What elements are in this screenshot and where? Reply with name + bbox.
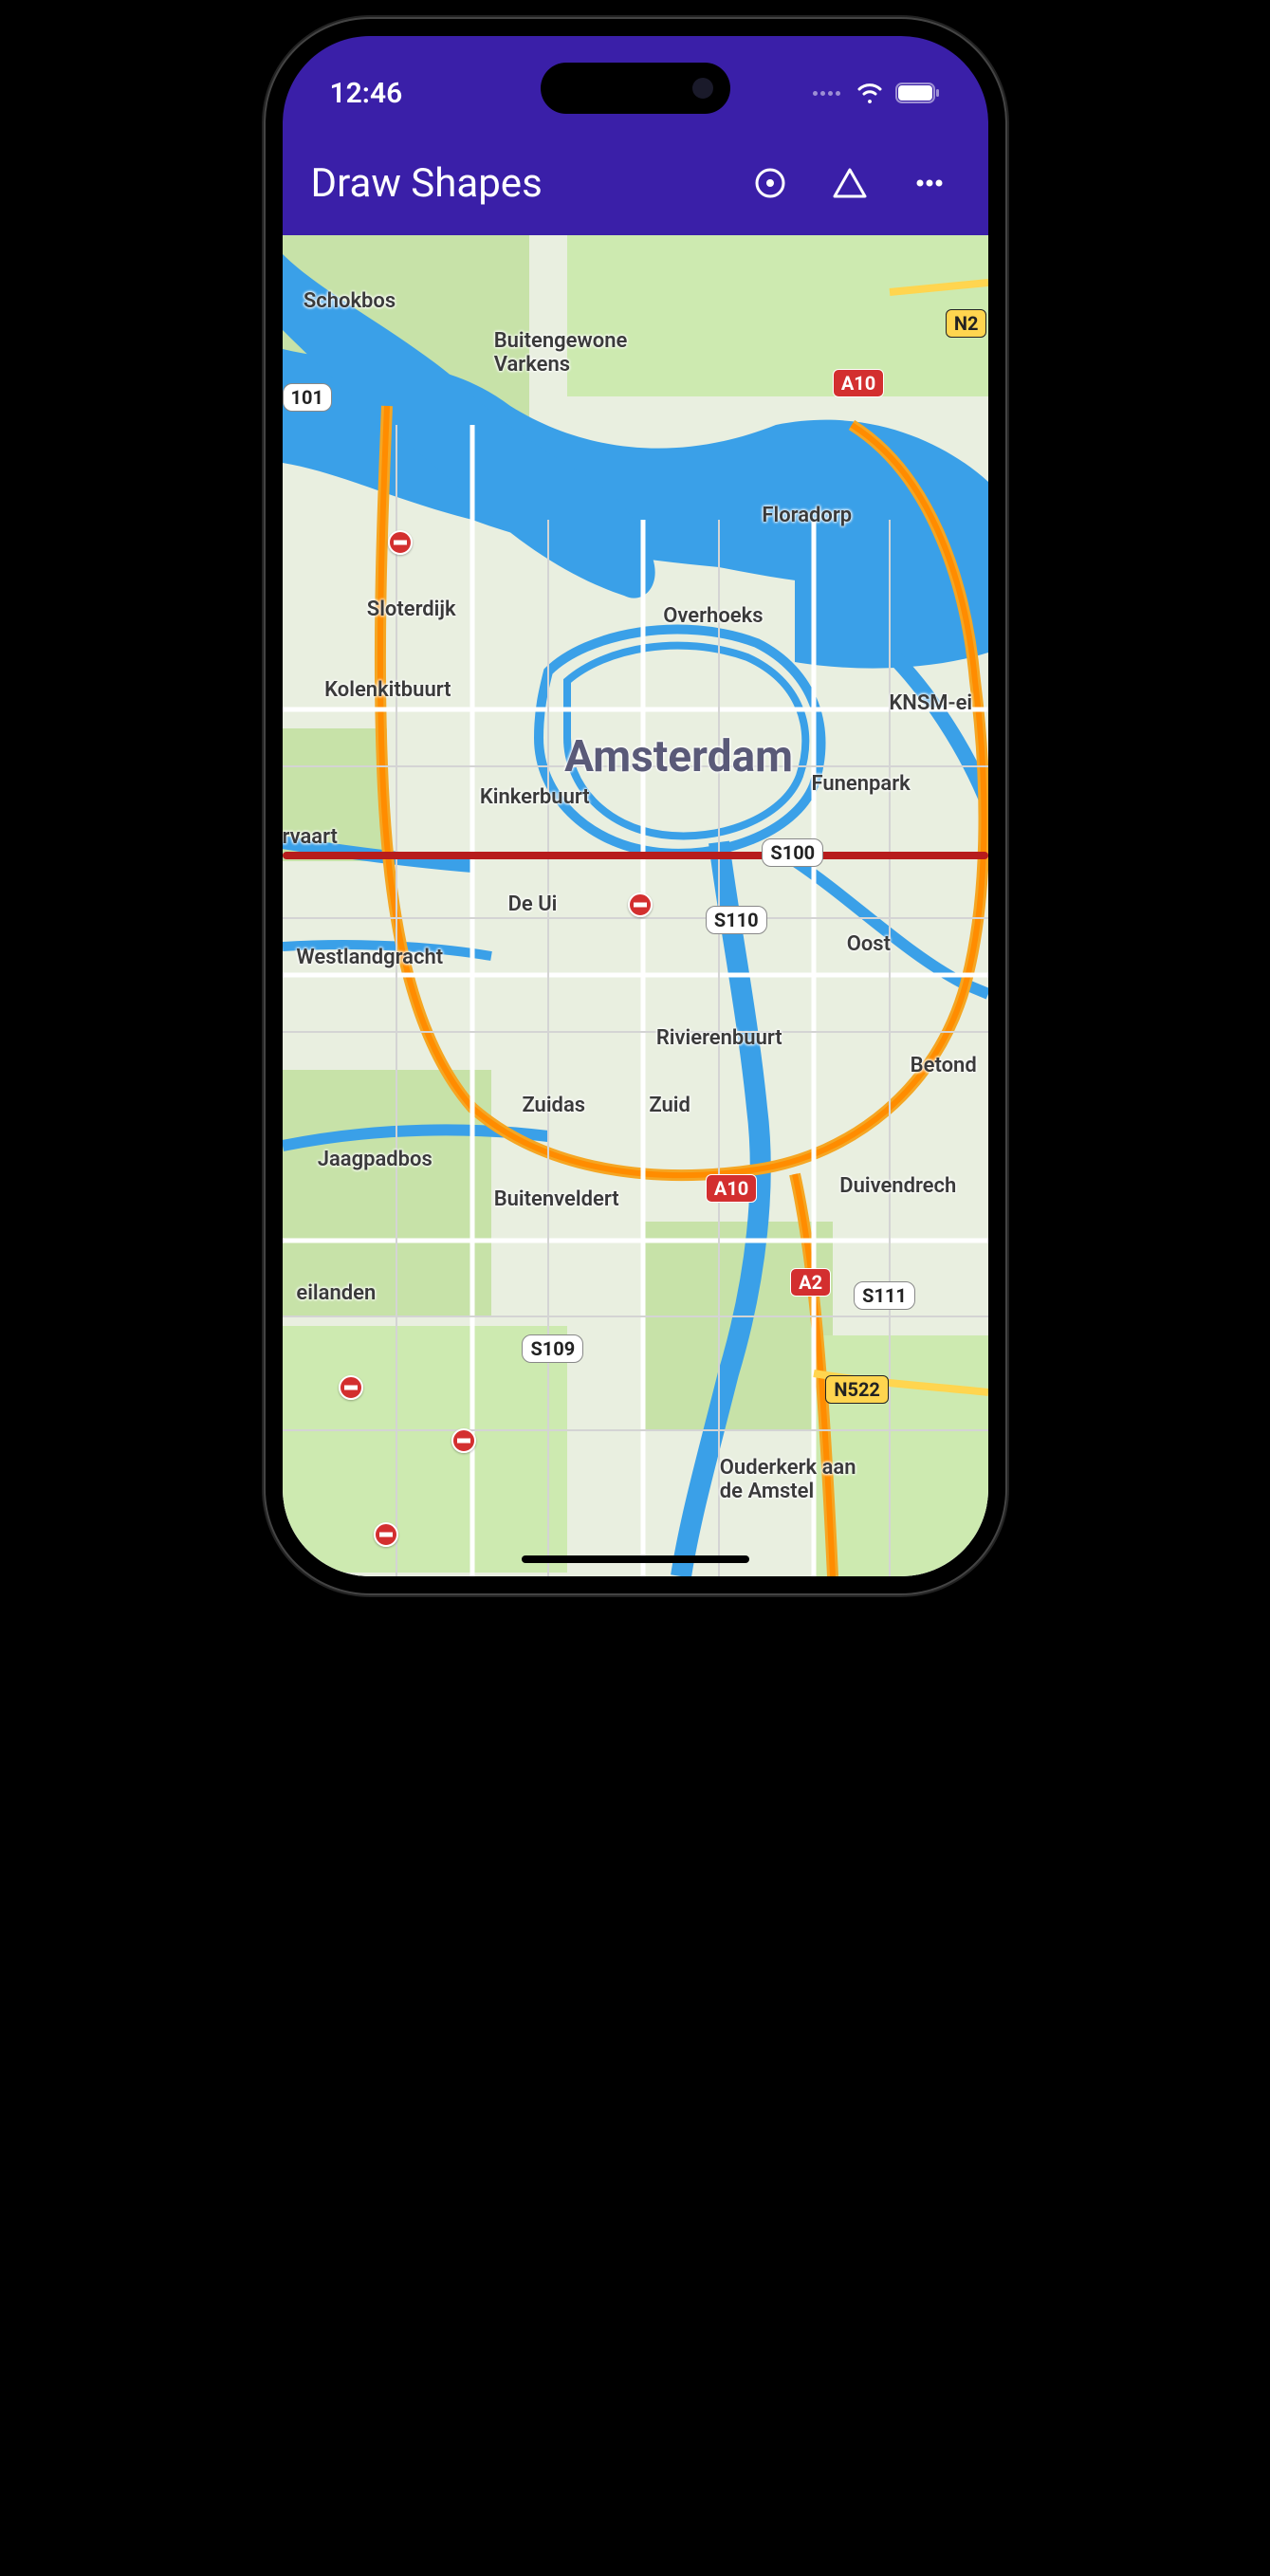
phone-frame: 12:46 xyxy=(266,19,1005,1593)
circle-tool-button[interactable] xyxy=(749,162,791,204)
map-view[interactable]: Amsterdam SchokbosBuitengewoneVarkensFlo… xyxy=(283,235,988,1576)
battery-icon xyxy=(895,83,941,103)
app-bar-actions xyxy=(749,162,960,204)
home-indicator[interactable] xyxy=(522,1555,749,1563)
triangle-icon xyxy=(831,166,869,200)
more-horizontal-icon xyxy=(912,166,947,200)
recording-indicator-icon xyxy=(813,91,840,96)
app-bar: Draw Shapes xyxy=(283,140,988,235)
page-title: Draw Shapes xyxy=(311,160,730,207)
triangle-tool-button[interactable] xyxy=(829,162,871,204)
no-entry-icon xyxy=(628,892,653,917)
circle-dot-icon xyxy=(753,166,787,200)
more-options-button[interactable] xyxy=(909,162,950,204)
screen: 12:46 xyxy=(283,36,988,1576)
drawn-shape-line[interactable] xyxy=(283,852,988,859)
status-indicators xyxy=(813,73,941,103)
no-entry-icon xyxy=(339,1375,363,1400)
dynamic-island xyxy=(541,63,730,114)
no-entry-icon xyxy=(388,530,413,555)
wifi-icon xyxy=(856,83,884,103)
status-time: 12:46 xyxy=(330,67,403,110)
